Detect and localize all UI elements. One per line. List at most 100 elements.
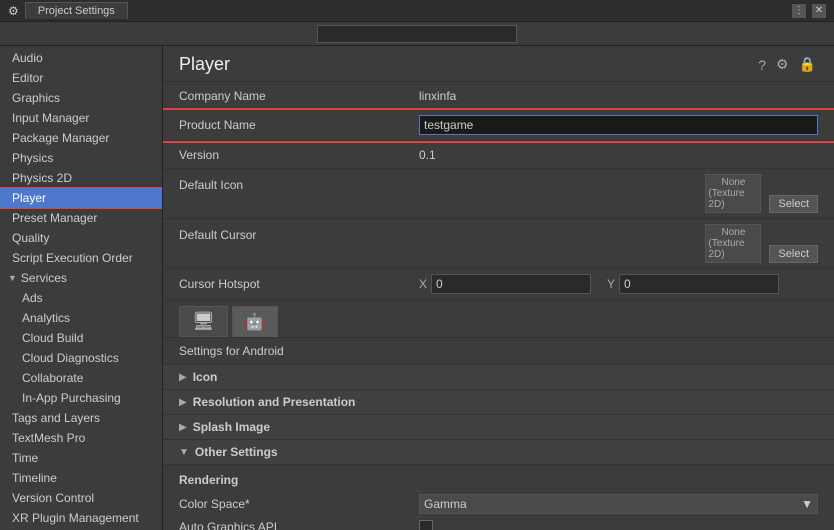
auto-graphics-row: Auto Graphics API bbox=[179, 517, 818, 530]
default-icon-texture-box: None (Texture 2D) bbox=[705, 174, 761, 213]
default-icon-content: None (Texture 2D) Select bbox=[419, 174, 818, 213]
platform-tab-android[interactable]: 🤖 bbox=[232, 306, 278, 337]
sidebar-item-xr-plugin-management[interactable]: XR Plugin Management bbox=[0, 508, 162, 528]
header-icons: ? ⚙ 🔒 bbox=[756, 56, 818, 73]
page-title: Player bbox=[179, 54, 230, 75]
dropdown-arrow: ▼ bbox=[801, 497, 813, 511]
hotspot-x-label: X bbox=[419, 277, 427, 291]
color-space-row: Color Space* Gamma ▼ bbox=[179, 491, 818, 517]
android-icon: 🤖 bbox=[245, 312, 265, 332]
sidebar-item-editor[interactable]: Editor bbox=[0, 68, 162, 88]
cursor-hotspot-label: Cursor Hotspot bbox=[179, 277, 419, 291]
default-cursor-select-button[interactable]: Select bbox=[769, 245, 818, 263]
other-section-triangle: ▼ bbox=[179, 447, 189, 458]
lock-icon-button[interactable]: 🔒 bbox=[797, 56, 818, 73]
sidebar-item-graphics[interactable]: Graphics bbox=[0, 88, 162, 108]
default-cursor-texture-box: None (Texture 2D) bbox=[705, 224, 761, 263]
sidebar-item-in-app-purchasing[interactable]: In-App Purchasing bbox=[0, 388, 162, 408]
main-layout: Audio Editor Graphics Input Manager Pack… bbox=[0, 46, 834, 530]
sidebar-item-package-manager[interactable]: Package Manager bbox=[0, 128, 162, 148]
default-icon-none-text: None bbox=[721, 177, 745, 188]
hotspot-y-group: Y bbox=[607, 274, 779, 294]
default-cursor-label: Default Cursor bbox=[179, 224, 419, 242]
sidebar-item-script-execution-order[interactable]: Script Execution Order bbox=[0, 248, 162, 268]
default-icon-row: Default Icon None (Texture 2D) Select bbox=[163, 169, 834, 219]
platform-tab-desktop[interactable]: 🖥 bbox=[179, 306, 228, 337]
sidebar-item-timeline[interactable]: Timeline bbox=[0, 468, 162, 488]
close-button[interactable]: ✕ bbox=[812, 4, 826, 18]
hotspot-x-group: X bbox=[419, 274, 591, 294]
version-row: Version 0.1 bbox=[163, 141, 834, 169]
settings-for-android-label: Settings for Android bbox=[163, 338, 834, 365]
color-space-label: Color Space* bbox=[179, 497, 419, 511]
section-resolution[interactable]: ▶ Resolution and Presentation bbox=[163, 390, 834, 415]
hotspot-y-label: Y bbox=[607, 277, 615, 291]
splash-section-title: Splash Image bbox=[193, 420, 270, 434]
sidebar-item-physics[interactable]: Physics bbox=[0, 148, 162, 168]
company-name-label: Company Name bbox=[179, 89, 419, 103]
hotspot-x-input[interactable] bbox=[431, 274, 591, 294]
product-name-row: Product Name bbox=[163, 110, 834, 141]
rendering-title: Rendering bbox=[179, 469, 818, 491]
menu-button[interactable]: ⋮ bbox=[792, 4, 806, 18]
product-name-label: Product Name bbox=[179, 118, 419, 132]
sidebar-group-services-label: Services bbox=[21, 271, 67, 285]
sidebar-item-input-manager[interactable]: Input Manager bbox=[0, 108, 162, 128]
company-name-row: Company Name linxinfa bbox=[163, 82, 834, 110]
sidebar-item-textmesh-pro[interactable]: TextMesh Pro bbox=[0, 428, 162, 448]
icon-section-title: Icon bbox=[193, 370, 218, 384]
default-icon-texture2d-text: (Texture 2D) bbox=[708, 188, 758, 210]
section-other-settings[interactable]: ▼ Other Settings bbox=[163, 440, 834, 465]
sidebar-item-quality[interactable]: Quality bbox=[0, 228, 162, 248]
default-cursor-texture2d-text: (Texture 2D) bbox=[708, 238, 758, 260]
content-header: Player ? ⚙ 🔒 bbox=[163, 46, 834, 82]
version-label: Version bbox=[179, 148, 419, 162]
search-bar bbox=[0, 22, 834, 46]
sidebar-item-player[interactable]: Player bbox=[0, 188, 162, 208]
default-cursor-content: None (Texture 2D) Select bbox=[419, 224, 818, 263]
section-splash[interactable]: ▶ Splash Image bbox=[163, 415, 834, 440]
default-cursor-row: Default Cursor None (Texture 2D) Select bbox=[163, 219, 834, 269]
product-name-input[interactable] bbox=[419, 115, 818, 135]
rendering-section: Rendering Color Space* Gamma ▼ Auto Grap… bbox=[163, 465, 834, 530]
version-value: 0.1 bbox=[419, 148, 818, 162]
hotspot-y-input[interactable] bbox=[619, 274, 779, 294]
content-area: Player ? ⚙ 🔒 Company Name linxinfa Produ… bbox=[163, 46, 834, 530]
sidebar-item-tags-and-layers[interactable]: Tags and Layers bbox=[0, 408, 162, 428]
default-icon-select-button[interactable]: Select bbox=[769, 195, 818, 213]
sidebar-group-services[interactable]: ▼ Services bbox=[0, 268, 162, 288]
section-icon[interactable]: ▶ Icon bbox=[163, 365, 834, 390]
resolution-section-triangle: ▶ bbox=[179, 397, 187, 408]
resolution-section-title: Resolution and Presentation bbox=[193, 395, 356, 409]
title-bar: ⚙ Project Settings ⋮ ✕ bbox=[0, 0, 834, 22]
help-icon-button[interactable]: ? bbox=[756, 56, 768, 73]
monitor-icon: 🖥 bbox=[192, 311, 215, 332]
sidebar-item-analytics[interactable]: Analytics bbox=[0, 308, 162, 328]
settings-icon-button[interactable]: ⚙ bbox=[774, 56, 791, 73]
splash-section-triangle: ▶ bbox=[179, 422, 187, 433]
platform-tabs: 🖥 🤖 bbox=[163, 300, 834, 338]
company-name-value: linxinfa bbox=[419, 89, 818, 103]
search-input[interactable] bbox=[317, 25, 517, 43]
sidebar-item-cloud-diagnostics[interactable]: Cloud Diagnostics bbox=[0, 348, 162, 368]
sidebar-item-ads[interactable]: Ads bbox=[0, 288, 162, 308]
unity-settings-icon: ⚙ bbox=[8, 4, 19, 18]
color-space-dropdown[interactable]: Gamma ▼ bbox=[419, 494, 818, 514]
sidebar-item-time[interactable]: Time bbox=[0, 448, 162, 468]
auto-graphics-label: Auto Graphics API bbox=[179, 520, 419, 530]
window-controls: ⋮ ✕ bbox=[792, 4, 826, 18]
color-space-value: Gamma bbox=[424, 497, 467, 511]
default-cursor-none-text: None bbox=[721, 227, 745, 238]
other-section-title: Other Settings bbox=[195, 445, 278, 459]
sidebar-item-preset-manager[interactable]: Preset Manager bbox=[0, 208, 162, 228]
title-tab[interactable]: Project Settings bbox=[25, 2, 128, 19]
sidebar-item-audio[interactable]: Audio bbox=[0, 48, 162, 68]
auto-graphics-checkbox[interactable] bbox=[419, 520, 433, 530]
sidebar-item-cloud-build[interactable]: Cloud Build bbox=[0, 328, 162, 348]
sidebar-item-physics-2d[interactable]: Physics 2D bbox=[0, 168, 162, 188]
services-triangle: ▼ bbox=[8, 273, 17, 283]
sidebar-item-version-control[interactable]: Version Control bbox=[0, 488, 162, 508]
cursor-hotspot-row: Cursor Hotspot X Y bbox=[163, 269, 834, 300]
sidebar-item-collaborate[interactable]: Collaborate bbox=[0, 368, 162, 388]
default-icon-label: Default Icon bbox=[179, 174, 419, 192]
